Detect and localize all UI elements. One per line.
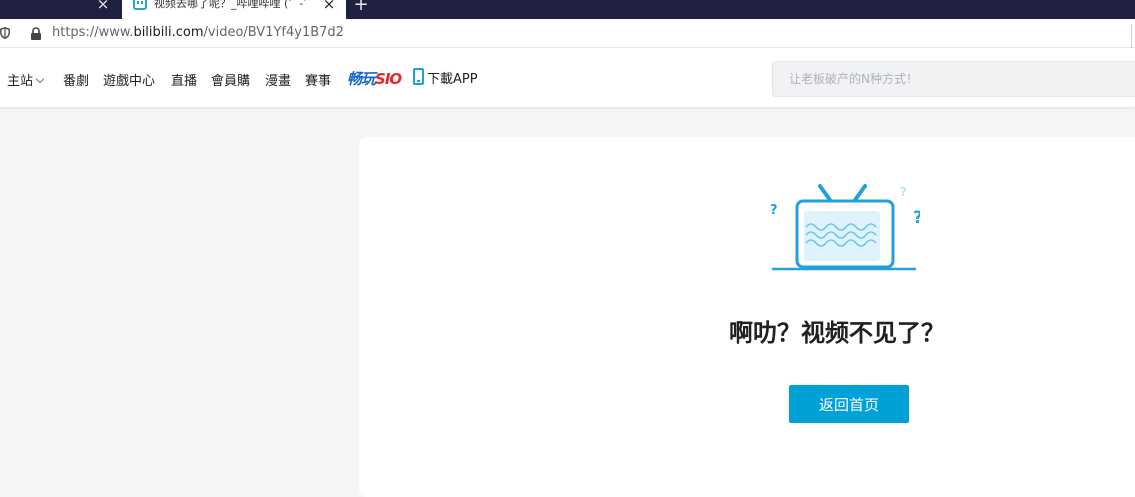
svg-text:?: ? — [913, 208, 920, 228]
nav-item-main[interactable]: 主站 — [7, 70, 45, 89]
site-header: 主站 番劇 遊戲中心 直播 會員購 漫畫 賽事 畅玩SIO 下載APP — [0, 48, 1135, 107]
browser-tab-active[interactable]: 视频去哪了呢？_哔哩哔哩 (゜-゜)つロ 干杯~-bilibili × — [122, 0, 346, 19]
nav-item-game-center[interactable]: 遊戲中心 — [103, 70, 155, 89]
logo-part2: SIO — [375, 70, 402, 88]
error-title: 啊叻？视频不见了？ — [729, 319, 945, 347]
address-bar[interactable]: https://www.bilibili.com/video/BV1Yf4y1B… — [0, 19, 1135, 48]
close-icon[interactable]: × — [322, 0, 336, 14]
url-text[interactable]: https://www.bilibili.com/video/BV1Yf4y1B… — [52, 25, 344, 40]
shield-icon[interactable] — [0, 27, 10, 39]
nav-item-bangumi[interactable]: 番劇 — [63, 70, 89, 89]
svg-text:?: ? — [770, 203, 778, 218]
browser-tab-inactive[interactable]: × — [0, 0, 120, 19]
bilibili-tv-icon — [133, 0, 147, 10]
nav-main-label: 主站 — [7, 74, 34, 89]
tv-icon: ? ? ? — [770, 184, 920, 271]
url-prefix: https://www. — [52, 25, 134, 40]
download-app-label: 下載APP — [427, 72, 478, 87]
lock-icon[interactable] — [30, 27, 42, 40]
chevron-down-icon — [35, 74, 45, 84]
phone-icon — [413, 68, 424, 85]
nav-item-manga[interactable]: 漫畫 — [265, 70, 291, 89]
plus-icon[interactable]: + — [353, 0, 369, 16]
nav-item-mall[interactable]: 會員購 — [211, 70, 250, 89]
url-host: bilibili.com — [133, 25, 204, 40]
download-app-link[interactable]: 下載APP — [413, 67, 478, 87]
tab-title: 视频去哪了呢？_哔哩哔哩 (゜-゜)つロ 干杯~-bilibili — [154, 0, 314, 10]
search-input[interactable] — [772, 61, 1135, 97]
back-to-home-button[interactable]: 返回首页 — [789, 385, 909, 423]
logo-part1: 畅玩 — [347, 70, 376, 88]
svg-text:?: ? — [900, 185, 907, 199]
url-field-edge — [1131, 24, 1135, 48]
changwan-sio-logo[interactable]: 畅玩SIO — [347, 68, 402, 89]
nav-item-esports[interactable]: 賽事 — [305, 70, 331, 89]
close-icon[interactable]: × — [96, 0, 110, 14]
nav-item-live[interactable]: 直播 — [171, 70, 197, 89]
browser-tab-strip: × 视频去哪了呢？_哔哩哔哩 (゜-゜)つロ 干杯~-bilibili × + — [0, 0, 1135, 19]
url-path: /video/BV1Yf4y1B7d2 — [203, 25, 344, 40]
